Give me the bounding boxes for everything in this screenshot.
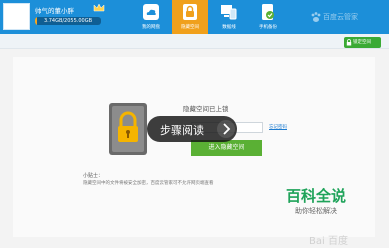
nav-my-drive[interactable]: 我的网盘: [133, 0, 169, 34]
tips-title: 小贴士：: [83, 173, 104, 179]
forgot-password-link[interactable]: 忘记密码: [269, 124, 287, 130]
crown-icon: [93, 3, 105, 12]
baike-title: 百科全说: [285, 187, 346, 205]
brand-logo: 百度云管家: [310, 10, 386, 24]
tips-text: 隐藏空间中的文件将被安全加密，百度云管家可不允许网页端查看: [83, 181, 214, 186]
baike-subtitle: 助你轻松解决: [295, 207, 337, 215]
lock-icon: [183, 4, 197, 20]
top-bar: 帅气的董小胖 3.74GB/2055.00GB 我的网盘 隐藏空间 数据线 手机…: [0, 0, 389, 34]
nav-label: 手机备份: [259, 25, 277, 30]
storage-text: 3.74GB/2055.00GB: [43, 18, 93, 24]
lock-icon: [346, 39, 352, 46]
nav-data-cable[interactable]: 数据线: [211, 0, 247, 34]
action-bar: [0, 34, 389, 49]
phone-backup-icon: [262, 4, 274, 20]
storage-bar: 3.74GB/2055.00GB: [35, 17, 101, 25]
nav-label: 隐藏空间: [181, 25, 199, 30]
lock-space-button[interactable]: 锁定空间: [344, 37, 381, 48]
locked-title: 隐藏空间已上锁: [183, 105, 229, 113]
transfer-icon: [221, 5, 237, 20]
cloud-drive-icon: [143, 4, 159, 20]
avatar[interactable]: [3, 3, 30, 30]
baidu-paw-icon: [311, 12, 321, 22]
enter-hidden-space-button[interactable]: 进入隐藏空间: [191, 140, 262, 156]
baike-logo: 百科全说 助你轻松解决: [281, 185, 351, 221]
username: 帅气的董小胖: [35, 7, 74, 15]
nav-hidden-space[interactable]: 隐藏空间: [172, 0, 208, 34]
nav-label: 我的网盘: [142, 25, 160, 30]
nav-label: 数据线: [222, 25, 236, 30]
brand-text: 百度云管家: [323, 13, 358, 21]
safe-lock-icon: [109, 103, 147, 155]
watermark: Bai 百度: [309, 236, 348, 247]
step-read-button[interactable]: 步骤阅读: [147, 116, 237, 142]
chevron-right-icon: [217, 120, 235, 138]
step-read-label: 步骤阅读: [160, 124, 204, 137]
nav-phone-backup[interactable]: 手机备份: [250, 0, 286, 34]
lock-space-label: 锁定空间: [353, 40, 371, 45]
